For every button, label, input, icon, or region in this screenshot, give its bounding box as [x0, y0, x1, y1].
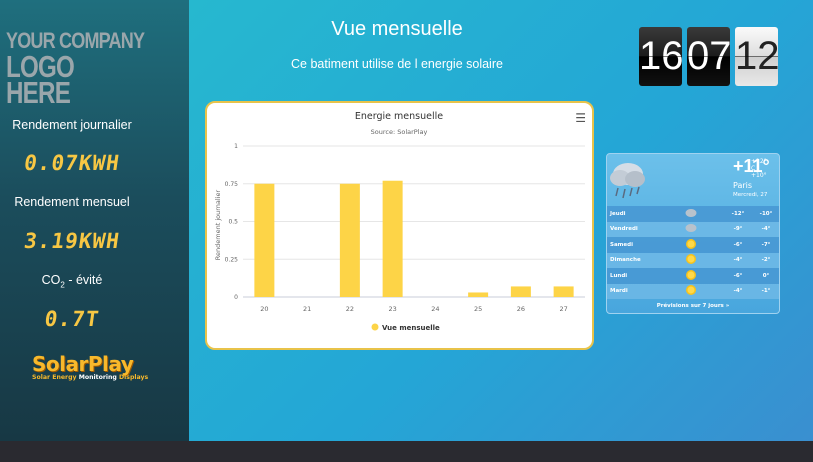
main-panel: Vue mensuelle Ce batiment utilise de l e…	[189, 0, 813, 441]
weather-hi: +12°	[751, 158, 767, 165]
legend-label: Vue mensuelle	[382, 324, 440, 332]
x-tick-label: 24	[431, 305, 439, 313]
forecast-lo: 0°	[762, 272, 770, 279]
forecast-day: Dimanche	[610, 257, 641, 264]
x-tick-label: 25	[474, 305, 482, 313]
forecast-row: Samedi -6° -7°	[607, 237, 779, 253]
energy-chart: Energie mensuelle Source: SolarPlay Rend…	[214, 111, 585, 333]
sun-cloud-icon	[685, 253, 723, 267]
forecast-lo: -2°	[761, 257, 771, 264]
forecast-row: Mardi -4° -1°	[607, 283, 779, 299]
weather-date: Mercredi, 27	[733, 192, 768, 198]
co2-label-suffix: - évité	[64, 273, 103, 287]
forecast-row: Vendredi -9° -4°	[607, 221, 779, 237]
y-tick-label: 1	[234, 143, 238, 150]
bar-23[interactable]	[382, 180, 403, 297]
forecast-hi: -9°	[733, 226, 743, 233]
clock-minutes: 07	[687, 27, 732, 86]
forecast-lo: -1°	[761, 288, 771, 295]
flip-clock: 16 07 12	[639, 27, 780, 86]
co2-label-prefix: CO	[41, 273, 61, 287]
forecast-lo: -10°	[759, 210, 773, 217]
y-axis-label: Rendement journalier	[214, 189, 222, 260]
forecast-hi: -4°	[733, 288, 743, 295]
bar-27[interactable]	[553, 286, 574, 297]
legend-swatch	[371, 323, 379, 331]
logo-line-2: LOGO HERE	[6, 49, 75, 110]
sidebar: YOUR COMPANY LOGO HERE Rendement journal…	[0, 0, 189, 441]
y-tick-label: 0.5	[228, 219, 238, 226]
y-tick-label: 0	[234, 294, 238, 301]
clock-hours: 16	[639, 27, 684, 86]
daily-yield-label: Rendement journalier	[12, 118, 132, 132]
x-tick-label: 22	[346, 305, 354, 313]
forecast-hi: -12°	[731, 210, 745, 217]
forecast-day: Mardi	[610, 288, 628, 295]
chart-subtitle: Source: SolarPlay	[371, 128, 428, 136]
forecast-list: Jeudi -12° -10° Vendredi -9° -4° Samedi -6° -7° D…	[607, 206, 779, 299]
forecast-lo: -7°	[761, 241, 771, 248]
x-tick-label: 23	[388, 305, 396, 313]
forecast-hi: -6°	[733, 272, 743, 279]
forecast-row: Lundi -6° 0°	[607, 268, 779, 284]
sun-icon	[685, 269, 723, 283]
forecast-link[interactable]: Prévisions sur 7 jours »	[607, 303, 779, 309]
forecast-day: Samedi	[610, 241, 633, 248]
bar-22[interactable]	[339, 183, 360, 297]
monthly-yield-value: 3.19KWH	[22, 229, 122, 253]
brand-tag-3: Monitoring	[76, 374, 120, 381]
brand-name: SolarPlay	[32, 352, 134, 376]
forecast-hi: -4°	[733, 257, 743, 264]
energy-chart-card: ☰ Energie mensuelle Source: SolarPlay Re…	[205, 101, 594, 350]
page-subtitle: Ce batiment utilise de l energie solaire	[291, 57, 503, 71]
forecast-row: Dimanche -4° -2°	[607, 252, 779, 268]
y-tick-label: 0.75	[225, 181, 239, 188]
sun-icon	[685, 238, 723, 252]
brand-tag-4: Displays	[119, 374, 149, 381]
hamburger-menu-icon[interactable]: ☰	[575, 111, 586, 125]
x-tick-label: 27	[559, 305, 567, 313]
daily-yield-value: 0.07KWH	[22, 151, 122, 175]
page-title: Vue mensuelle	[331, 18, 463, 40]
weather-widget: +11° +12° C +10° Paris Mercredi, 27 Jeud…	[606, 153, 780, 314]
bar-20[interactable]	[254, 183, 275, 297]
forecast-row: Jeudi -12° -10°	[607, 206, 779, 222]
bar-26[interactable]	[510, 286, 531, 297]
x-tick-label: 26	[517, 305, 525, 313]
clock-seconds: 12	[735, 27, 780, 86]
chart-title: Energie mensuelle	[355, 111, 443, 122]
forecast-lo: -4°	[761, 226, 771, 233]
x-tick-label: 21	[303, 305, 311, 313]
brand-tagline: Solar Energy Monitoring Displays	[32, 374, 148, 381]
y-tick-label: 0.25	[225, 256, 239, 263]
cloud-rain-icon	[610, 163, 645, 199]
company-logo: YOUR COMPANY LOGO HERE	[6, 28, 176, 110]
brand-tag-1: Solar	[32, 374, 53, 381]
co2-label: CO2 - évité	[0, 273, 144, 290]
sun-icon	[685, 284, 723, 298]
monthly-yield-label: Rendement mensuel	[14, 195, 130, 209]
cloud-icon	[685, 223, 723, 235]
brand-tag-2: Energy	[52, 374, 77, 381]
weather-lo: +10°	[751, 172, 767, 179]
x-tick-label: 20	[260, 305, 268, 313]
weather-unit: +12° C +10°	[751, 158, 767, 179]
weather-unit-c: C	[751, 165, 756, 172]
bottom-bar	[0, 441, 813, 462]
forecast-hi: -6°	[733, 241, 743, 248]
forecast-day: Vendredi	[610, 226, 638, 233]
solarplay-logo: SolarPlay Solar Energy Monitoring Displa…	[32, 352, 148, 381]
bar-25[interactable]	[468, 292, 489, 297]
forecast-day: Jeudi	[610, 210, 626, 217]
cloud-icon	[685, 208, 723, 220]
weather-city: Paris	[733, 181, 753, 190]
forecast-day: Lundi	[610, 272, 628, 279]
co2-value: 0.7T	[43, 307, 101, 331]
chart-legend[interactable]: Vue mensuelle	[371, 323, 441, 333]
